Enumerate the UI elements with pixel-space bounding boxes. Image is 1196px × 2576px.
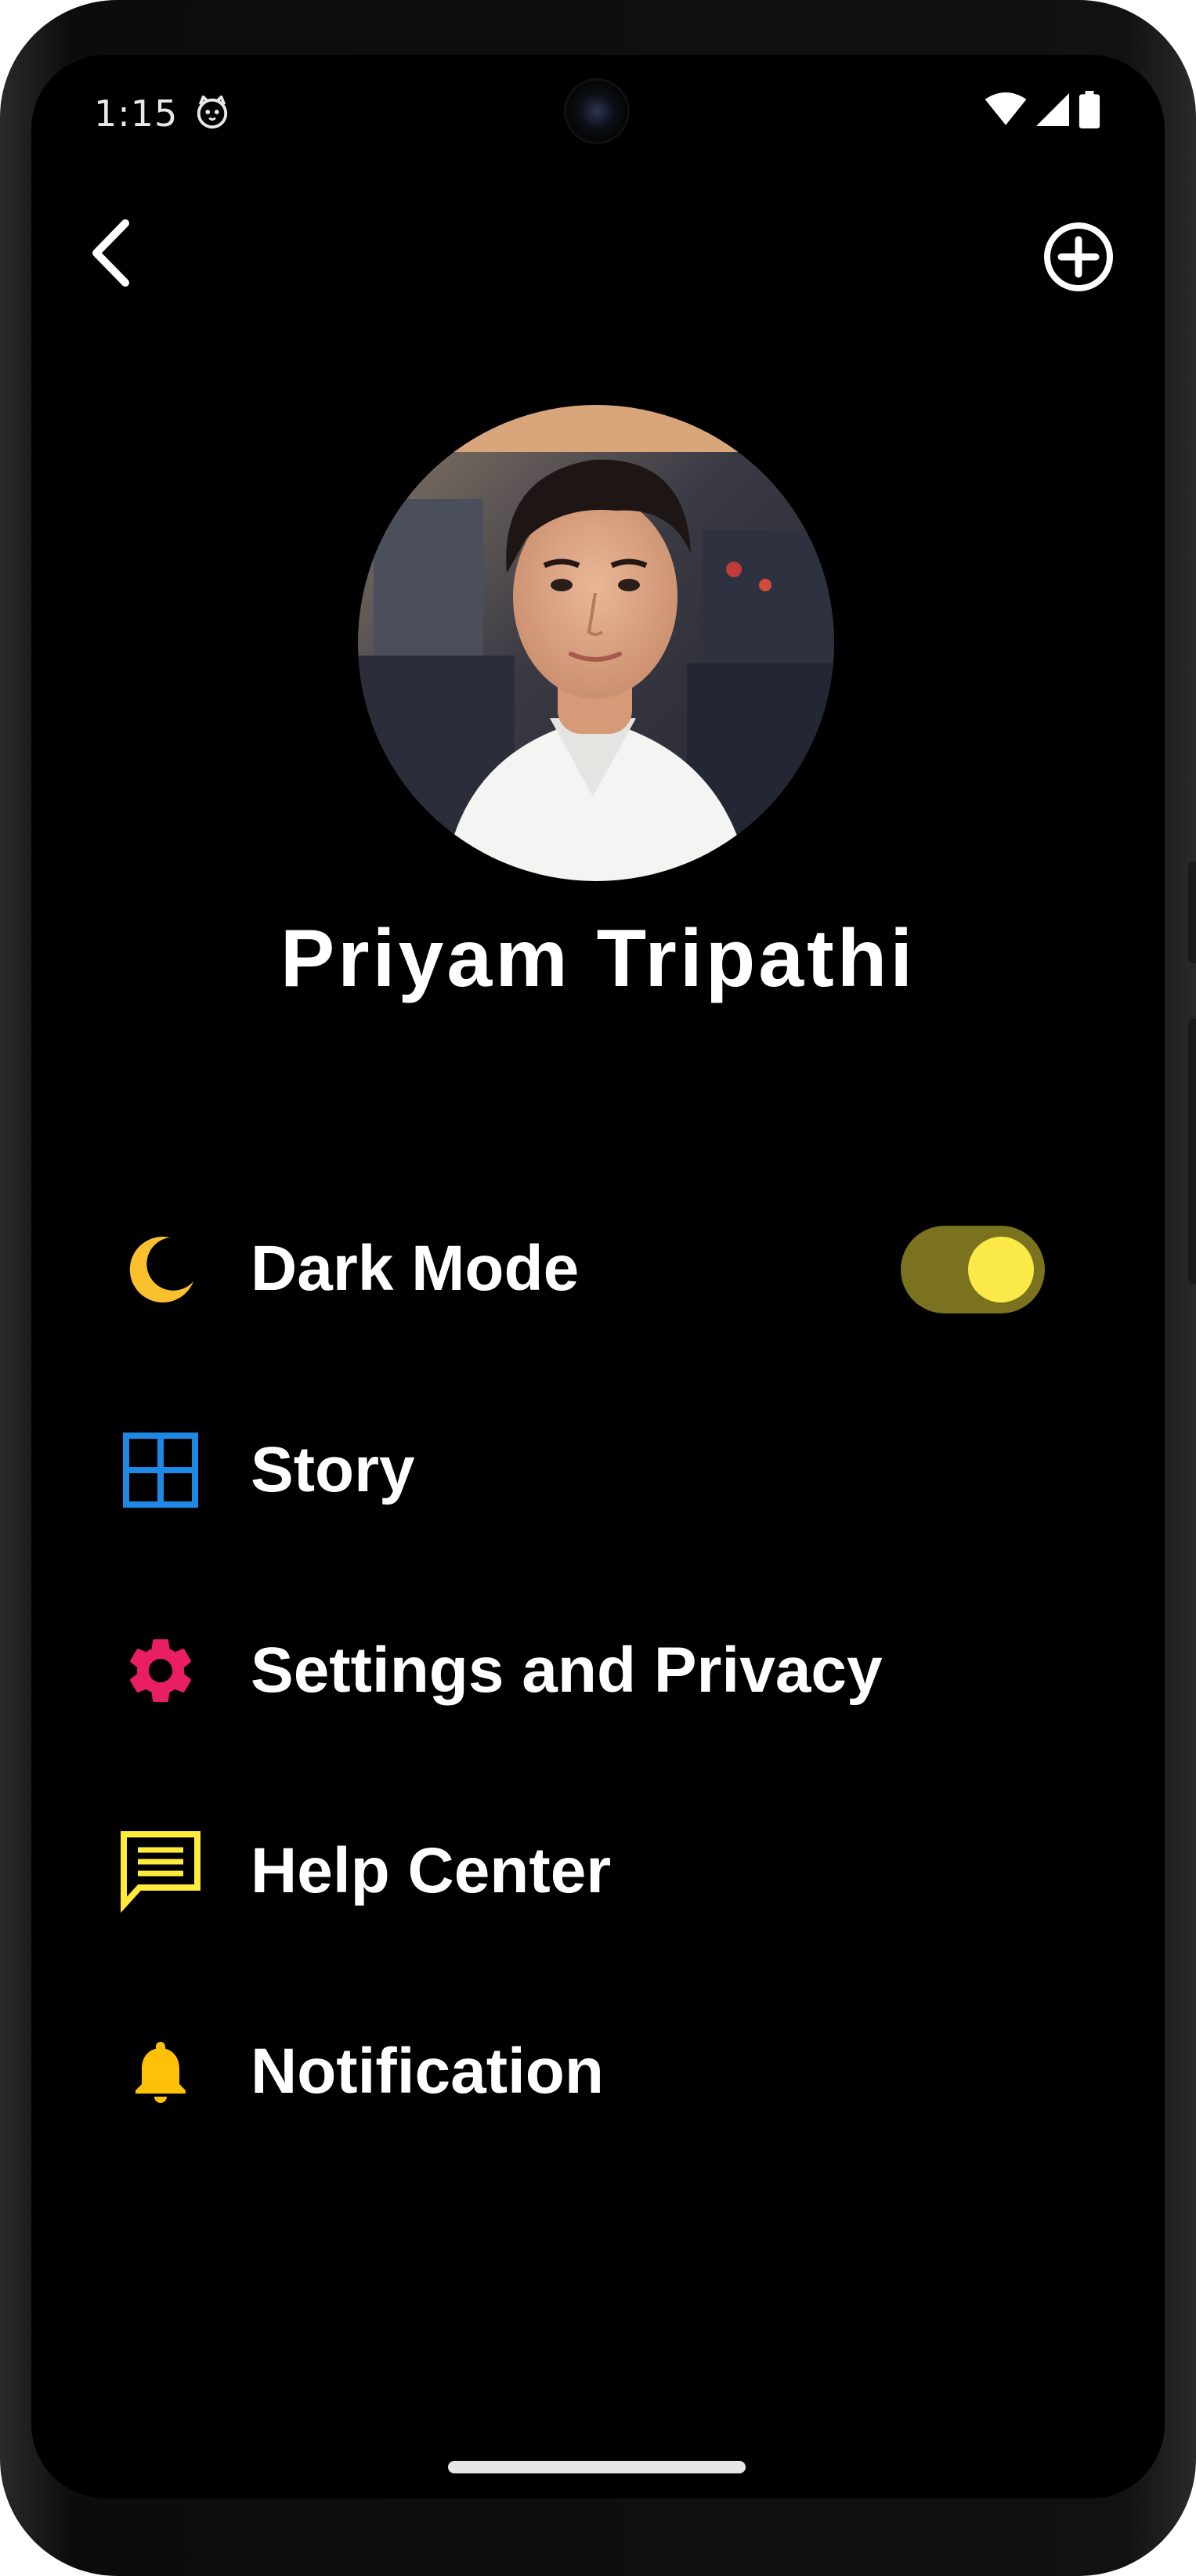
message-icon: [117, 1828, 204, 1914]
menu-item-label: Dark Mode: [251, 1233, 580, 1304]
screen: 1:15 Priyam Tripathi Dark Mode Story Set…: [31, 55, 1165, 2498]
menu-item-story[interactable]: Story: [117, 1411, 1104, 1529]
grid-icon: [117, 1427, 204, 1513]
back-button[interactable]: [63, 208, 157, 302]
menu-item-settings-privacy[interactable]: Settings and Privacy: [117, 1612, 1104, 1729]
menu-item-label: Notification: [251, 2036, 604, 2107]
toggle-knob: [968, 1237, 1034, 1302]
bell-icon: [117, 2029, 204, 2115]
cat-face-icon: [194, 94, 230, 130]
battery-icon: [1079, 91, 1100, 132]
dark-mode-toggle[interactable]: [901, 1226, 1045, 1313]
front-camera: [564, 78, 630, 144]
power-button: [1188, 862, 1196, 963]
gear-icon: [117, 1628, 204, 1714]
add-circle-icon: [1041, 219, 1116, 298]
menu-item-help-center[interactable]: Help Center: [117, 1812, 1104, 1930]
status-time: 1:15: [94, 92, 179, 135]
cell-signal-icon: [1036, 92, 1069, 130]
home-indicator[interactable]: [448, 2461, 746, 2473]
back-chevron-icon: [82, 214, 137, 295]
menu-item-label: Story: [251, 1434, 415, 1505]
status-icons: [985, 91, 1100, 132]
menu-item-label: Settings and Privacy: [251, 1635, 883, 1706]
moon-icon: [117, 1226, 204, 1312]
profile-avatar[interactable]: [358, 405, 834, 881]
menu-item-label: Help Center: [251, 1835, 612, 1906]
volume-button: [1188, 1018, 1196, 1284]
menu-item-notification[interactable]: Notification: [117, 2013, 1104, 2130]
add-button[interactable]: [1032, 211, 1126, 305]
wifi-icon: [985, 92, 1027, 130]
profile-name: Priyam Tripathi: [280, 913, 916, 1004]
phone-frame: 1:15 Priyam Tripathi Dark Mode Story Set…: [0, 0, 1196, 2576]
